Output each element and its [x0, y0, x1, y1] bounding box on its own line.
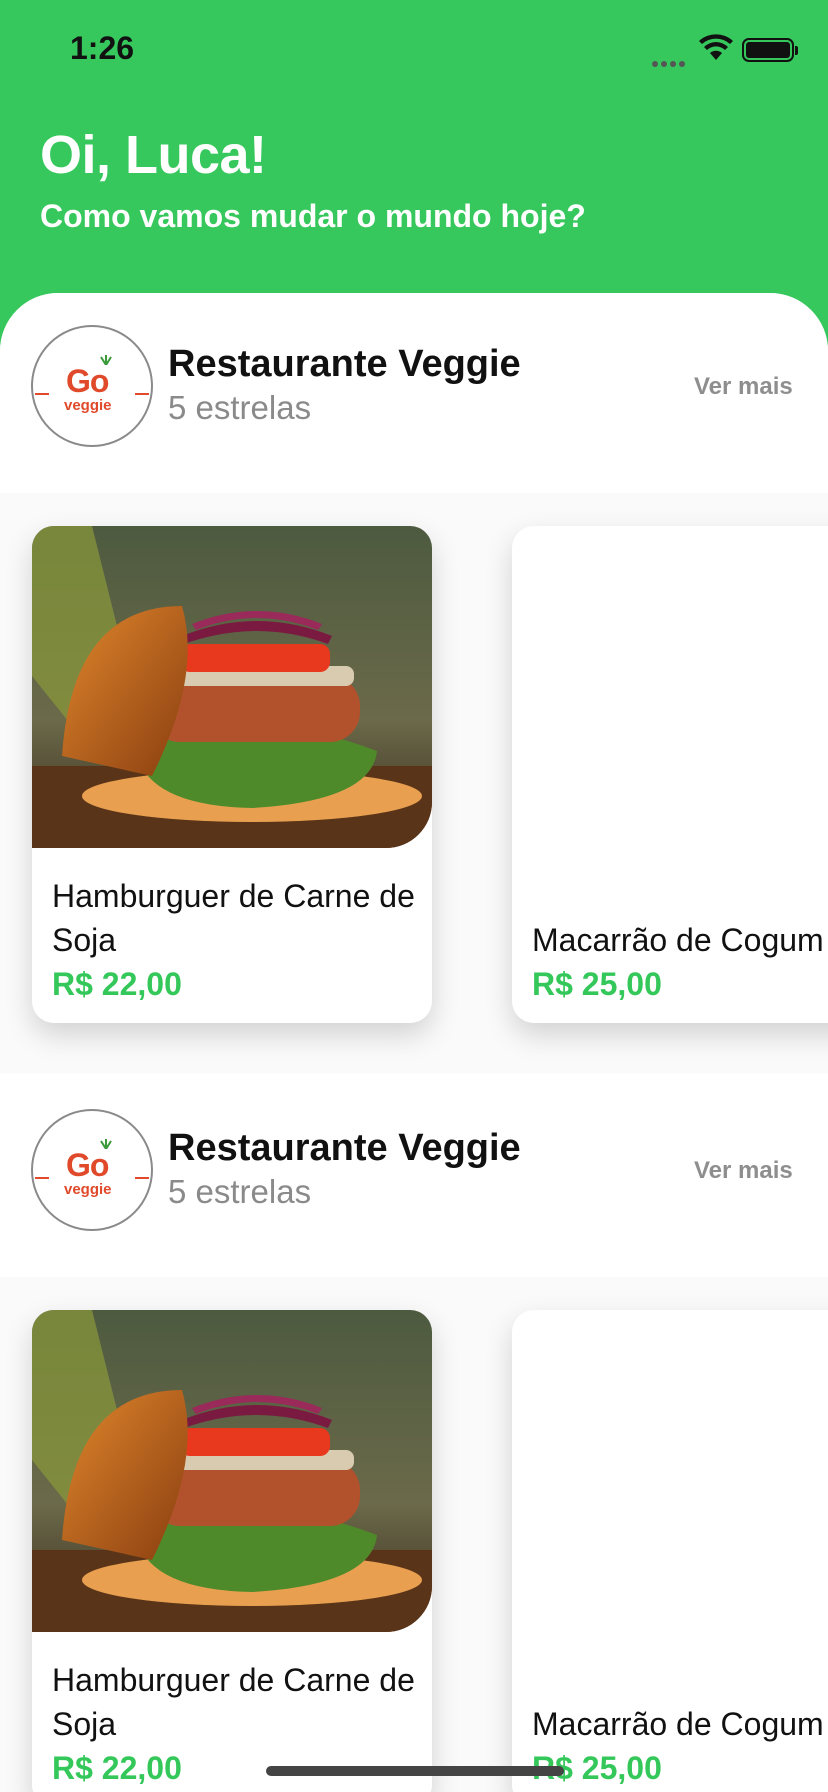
logo-text-go: Go [66, 1147, 109, 1183]
logo-accent [135, 393, 149, 395]
product-price: R$ 22,00 [52, 966, 182, 1002]
status-time: 1:26 [70, 30, 135, 66]
product-image [32, 1310, 432, 1632]
restaurant-header: Go veggie Restaurante Veggie 5 estrelas … [0, 1077, 828, 1237]
logo-accent [35, 393, 49, 395]
product-carousel[interactable]: Hamburguer de Carne de Soja R$ 22,00 Mac… [0, 493, 828, 1073]
logo-text-go: Go [66, 363, 109, 399]
logo-accent [135, 1177, 149, 1179]
restaurant-logo[interactable]: Go veggie [31, 1109, 153, 1231]
veggie-burger-photo [32, 526, 432, 848]
status-bar: 1:26 [0, 0, 828, 100]
product-carousel[interactable]: Hamburguer de Carne de Soja R$ 22,00 Mac… [0, 1277, 828, 1792]
product-card[interactable]: Macarrão de Cogum R$ 25,00 [512, 526, 828, 1023]
restaurant-header: Go veggie Restaurante Veggie 5 estrelas … [0, 293, 828, 453]
product-name: Macarrão de Cogum [532, 1706, 824, 1742]
logo-text-veggie: veggie [64, 1181, 112, 1198]
restaurant-rating: 5 estrelas [168, 1173, 312, 1210]
home-indicator[interactable] [266, 1766, 564, 1776]
see-more-link[interactable]: Ver mais [694, 373, 793, 401]
product-name: Macarrão de Cogum [532, 922, 824, 958]
restaurant-logo[interactable]: Go veggie [31, 325, 153, 447]
product-card[interactable]: Hamburguer de Carne de Soja R$ 22,00 [32, 526, 432, 1023]
product-card[interactable]: Macarrão de Cogum R$ 25,00 [512, 1310, 828, 1792]
wifi-icon [699, 34, 733, 60]
product-card[interactable]: Hamburguer de Carne de Soja R$ 22,00 [32, 1310, 432, 1792]
restaurant-name: Restaurante Veggie [168, 343, 521, 385]
greeting-title: Oi, Luca! [40, 125, 267, 185]
product-price: R$ 25,00 [532, 966, 662, 1002]
product-image [32, 526, 432, 848]
product-name: Hamburguer de Carne de Soja [52, 1662, 415, 1742]
product-name: Hamburguer de Carne de Soja [52, 878, 415, 958]
battery-icon [742, 38, 798, 62]
restaurant-rating: 5 estrelas [168, 389, 312, 426]
cellular-signal-icon [652, 54, 688, 72]
greeting-subtitle: Como vamos mudar o mundo hoje? [40, 198, 586, 234]
logo-accent [35, 1177, 49, 1179]
product-price: R$ 22,00 [52, 1750, 182, 1786]
restaurant-name: Restaurante Veggie [168, 1127, 521, 1169]
logo-text-veggie: veggie [64, 397, 112, 414]
veggie-burger-photo [32, 1310, 432, 1632]
content-sheet: Go veggie Restaurante Veggie 5 estrelas … [0, 293, 828, 1792]
see-more-link[interactable]: Ver mais [694, 1157, 793, 1185]
